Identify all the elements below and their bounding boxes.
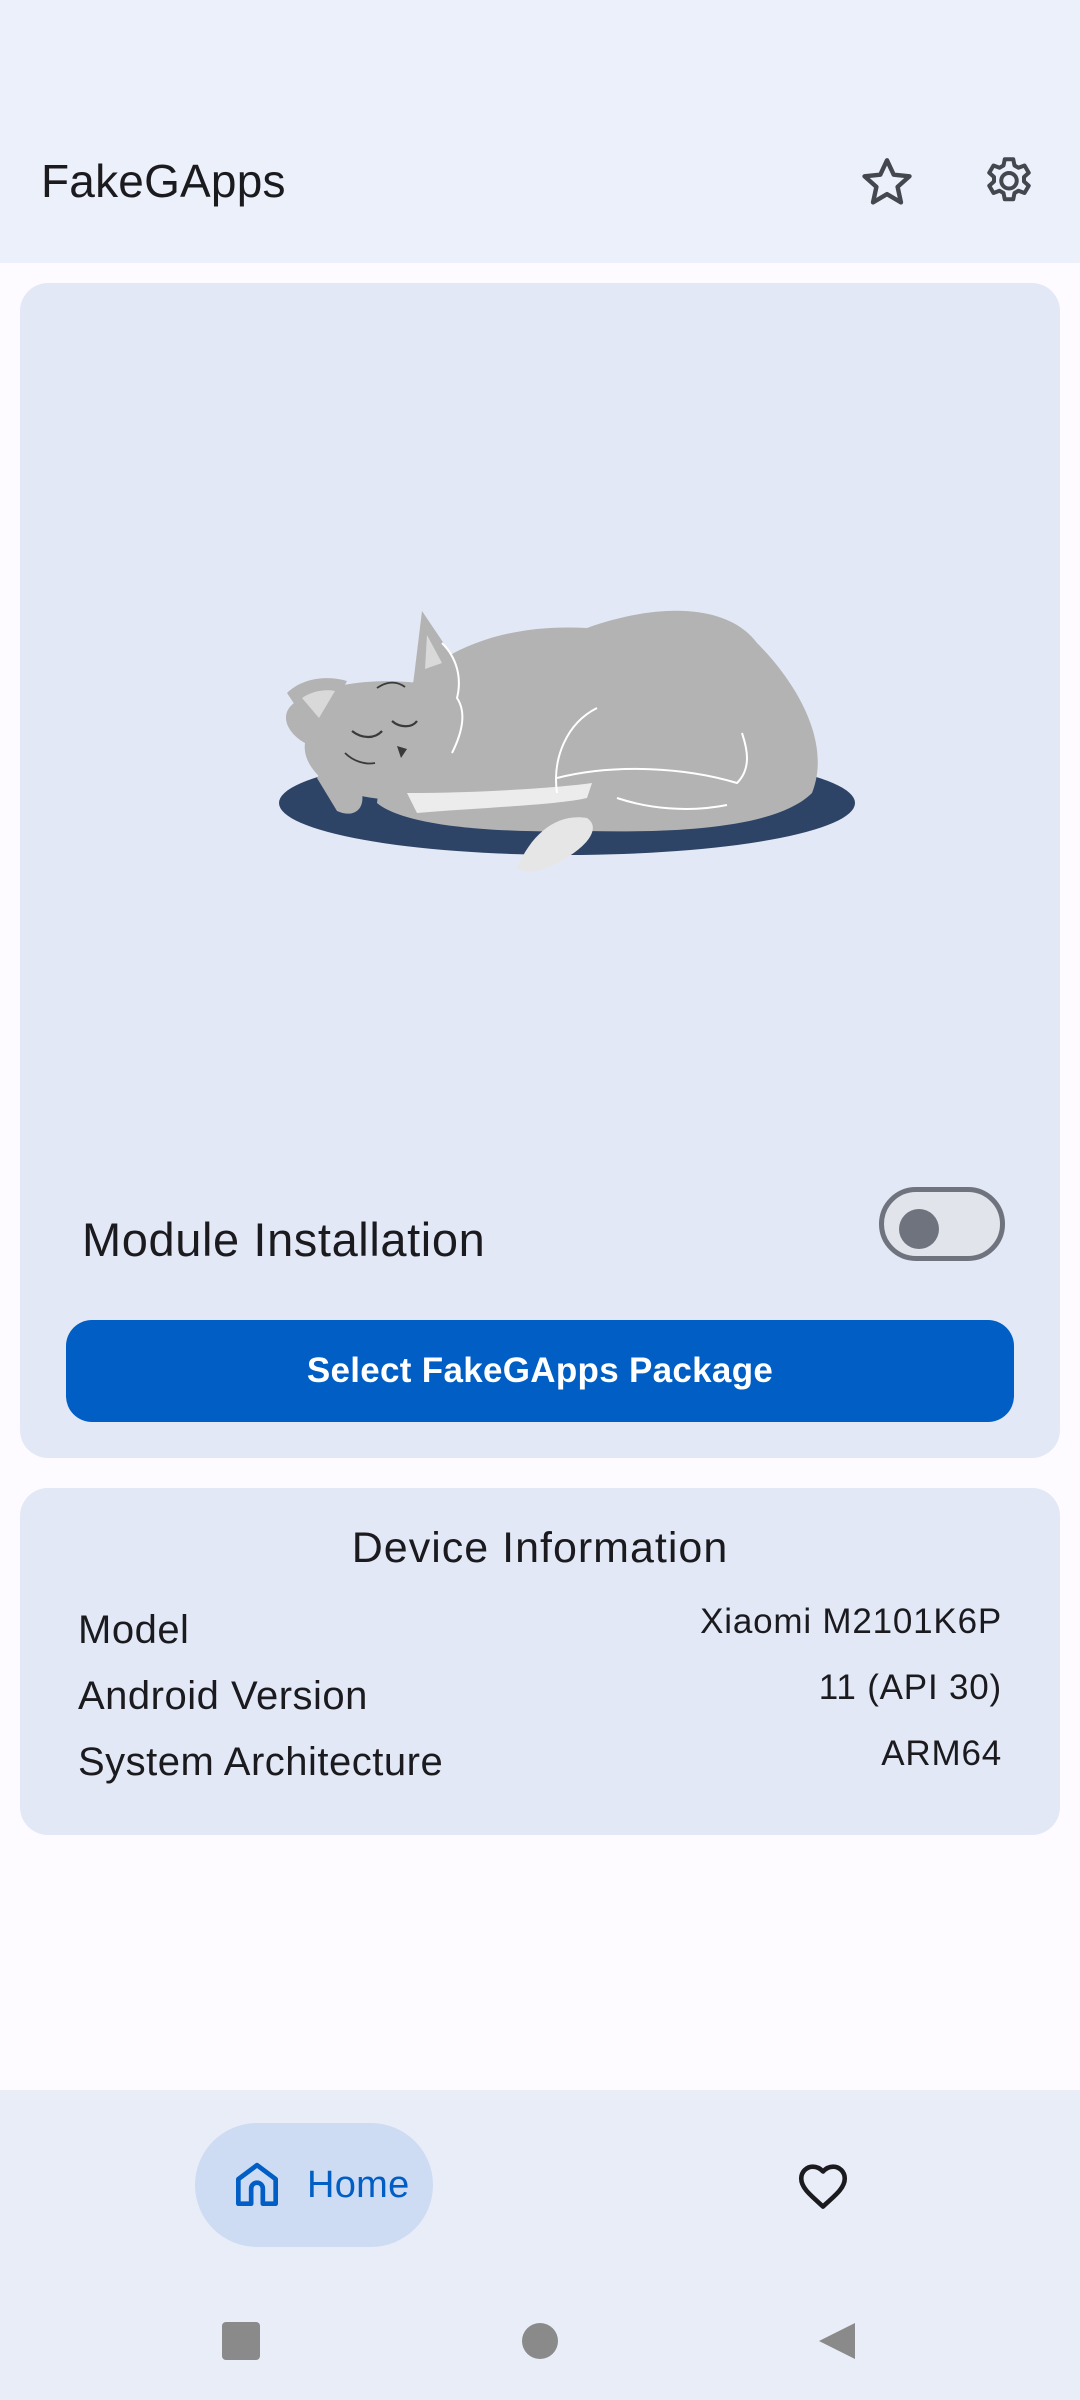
recents-icon — [222, 2322, 260, 2360]
device-information-card: Device Information Model Xiaomi M2101K6P… — [20, 1488, 1060, 1835]
status-bar — [0, 0, 1080, 100]
info-value: ARM64 — [881, 1734, 1002, 1773]
info-row-model: Model Xiaomi M2101K6P — [78, 1602, 1002, 1664]
info-value: Xiaomi M2101K6P — [700, 1602, 1002, 1641]
nav-item-favorites[interactable] — [775, 2138, 871, 2234]
info-key: Model — [78, 1608, 190, 1652]
info-row-android-version: Android Version 11 (API 30) — [78, 1668, 1002, 1730]
device-information-title: Device Information — [351, 1524, 729, 1572]
nav-home-label: Home — [307, 2164, 410, 2206]
bottom-navigation: Home — [0, 2090, 1080, 2282]
back-icon — [819, 2323, 855, 2359]
module-install-card: Module Installation Select FakeGApps Pac… — [20, 283, 1060, 1458]
module-installation-switch[interactable] — [879, 1187, 1005, 1261]
select-package-button[interactable]: Select FakeGApps Package — [66, 1320, 1014, 1422]
nav-item-home[interactable]: Home — [195, 2123, 433, 2247]
home-circle-icon — [522, 2323, 558, 2359]
app-title: FakeGApps — [41, 155, 286, 207]
star-icon — [862, 158, 912, 205]
top-app-bar: FakeGApps — [0, 100, 1080, 263]
info-value: 11 (API 30) — [818, 1668, 1002, 1707]
system-home-button[interactable] — [505, 2306, 575, 2376]
gear-icon — [987, 157, 1031, 202]
sleeping-cat-illustration — [279, 610, 855, 872]
module-installation-label: Module Installation — [82, 1213, 486, 1266]
info-key: System Architecture — [78, 1740, 444, 1784]
recents-button[interactable] — [206, 2306, 276, 2376]
info-key: Android Version — [78, 1674, 368, 1718]
info-row-system-architecture: System Architecture ARM64 — [78, 1734, 1002, 1796]
system-navigation-bar — [0, 2282, 1080, 2400]
home-icon — [236, 2162, 278, 2206]
switch-thumb — [899, 1209, 939, 1249]
heart-icon — [798, 2164, 848, 2209]
back-button[interactable] — [802, 2306, 872, 2376]
star-button[interactable] — [839, 135, 935, 231]
settings-button[interactable] — [961, 135, 1057, 231]
